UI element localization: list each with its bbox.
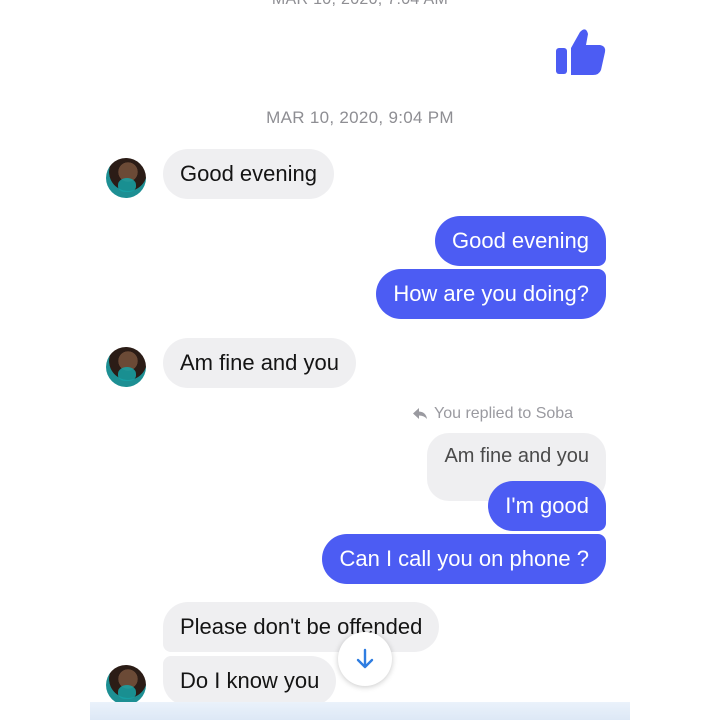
reply-arrow-icon bbox=[413, 408, 427, 419]
reply-note-label: You replied to Soba bbox=[434, 405, 574, 422]
avatar[interactable] bbox=[106, 665, 146, 705]
conversation-timestamp: MAR 10, 2020, 9:04 PM bbox=[266, 108, 454, 127]
thumbs-up-icon[interactable] bbox=[552, 24, 608, 80]
outgoing-message[interactable]: Can I call you on phone ? bbox=[322, 534, 606, 584]
outgoing-message[interactable]: Good evening bbox=[435, 216, 606, 266]
composer-edge bbox=[90, 702, 630, 720]
avatar[interactable] bbox=[106, 158, 146, 198]
outgoing-message[interactable]: How are you doing? bbox=[376, 269, 606, 319]
avatar[interactable] bbox=[106, 347, 146, 387]
arrow-down-icon bbox=[356, 648, 374, 669]
outgoing-message[interactable]: I'm good bbox=[488, 481, 606, 531]
reply-note: You replied to Soba bbox=[412, 405, 573, 423]
incoming-message[interactable]: Am fine and you bbox=[163, 338, 356, 388]
incoming-message[interactable]: Good evening bbox=[163, 149, 334, 199]
incoming-message[interactable]: Do I know you bbox=[163, 656, 337, 706]
scroll-to-bottom-button[interactable] bbox=[338, 632, 392, 686]
incoming-message[interactable]: Please don't be offended bbox=[163, 602, 440, 652]
previous-timestamp: MAR 10, 2020, 7:04 AM bbox=[0, 0, 720, 9]
